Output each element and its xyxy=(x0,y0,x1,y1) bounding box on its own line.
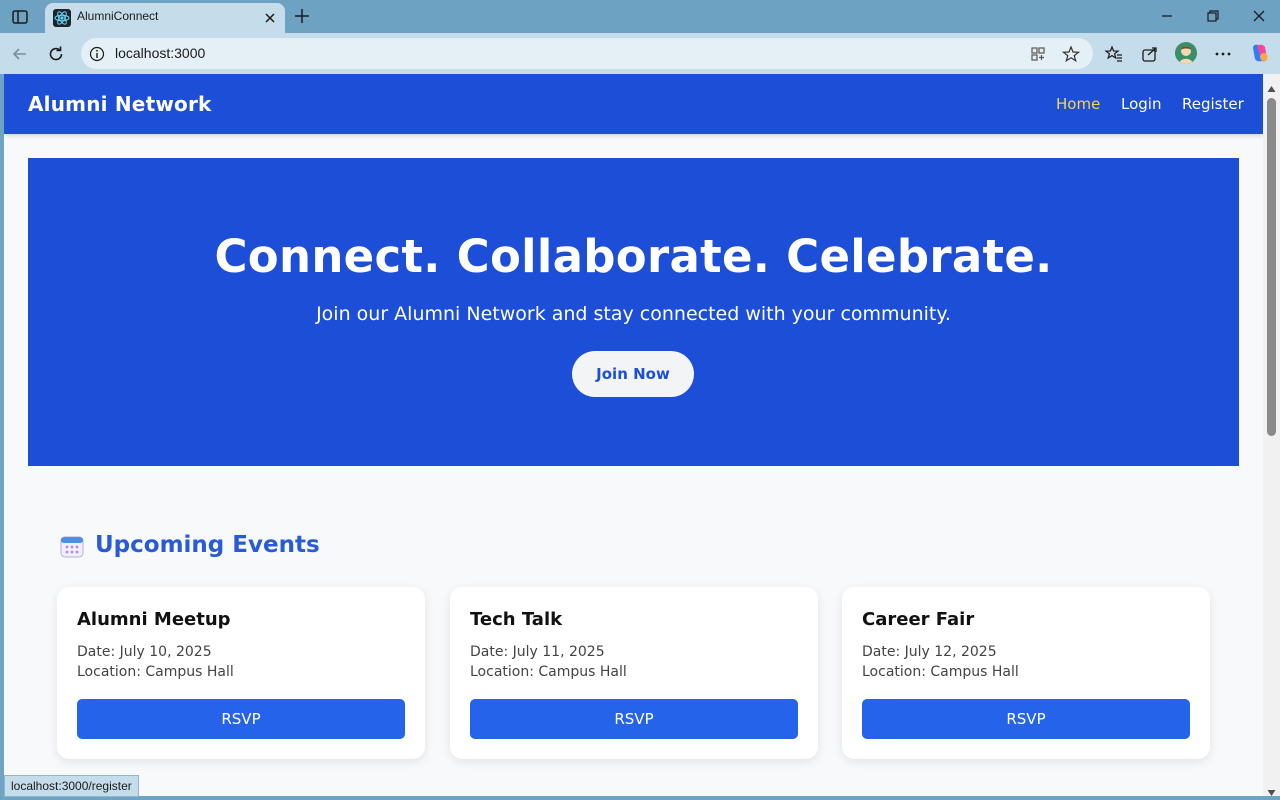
share-icon[interactable] xyxy=(1140,44,1160,64)
browser-tab[interactable]: AlumniConnect xyxy=(45,3,285,33)
more-options-icon[interactable] xyxy=(1213,44,1233,64)
rsvp-button[interactable]: RSVP xyxy=(470,699,798,739)
event-title: Tech Talk xyxy=(470,609,563,630)
rsvp-button[interactable]: RSVP xyxy=(862,699,1190,739)
site-info-icon[interactable] xyxy=(89,46,105,62)
browser-toolbar: localhost:3000 xyxy=(0,33,1280,74)
app-available-icon[interactable] xyxy=(1029,45,1047,63)
copilot-icon[interactable] xyxy=(1249,42,1271,64)
restore-icon[interactable] xyxy=(1205,8,1221,24)
close-window-icon[interactable] xyxy=(1251,8,1267,24)
react-atom-icon xyxy=(53,9,71,27)
tab-close-icon[interactable] xyxy=(263,10,277,24)
browser-tab-strip: AlumniConnect xyxy=(0,0,1280,33)
scroll-thumb[interactable] xyxy=(1267,98,1276,436)
scroll-down-arrow-icon[interactable] xyxy=(1267,782,1276,796)
event-card: Career Fair Date: July 12, 2025 Location… xyxy=(842,587,1210,759)
event-location: Location: Campus Hall xyxy=(77,664,234,680)
hero-subtitle: Join our Alumni Network and stay connect… xyxy=(316,303,951,325)
hero-title: Connect. Collaborate. Celebrate. xyxy=(214,230,1053,283)
site-navbar: Alumni Network Home Login Register xyxy=(4,74,1263,134)
event-title: Alumni Meetup xyxy=(77,609,231,630)
refresh-icon[interactable] xyxy=(46,44,66,64)
favorites-icon[interactable] xyxy=(1104,44,1124,64)
event-card: Tech Talk Date: July 11, 2025 Location: … xyxy=(450,587,818,759)
favorite-star-icon[interactable] xyxy=(1061,45,1081,63)
link-status-bar: localhost:3000/register xyxy=(4,775,139,797)
event-date: Date: July 10, 2025 xyxy=(77,644,212,660)
sidebar-toggle-icon[interactable] xyxy=(10,7,30,27)
calendar-icon xyxy=(60,534,84,558)
event-title: Career Fair xyxy=(862,609,975,630)
event-date: Date: July 11, 2025 xyxy=(470,644,605,660)
brand-logo-text[interactable]: Alumni Network xyxy=(28,92,212,116)
event-location: Location: Campus Hall xyxy=(470,664,627,680)
back-icon[interactable] xyxy=(10,44,30,64)
profile-avatar[interactable] xyxy=(1175,42,1197,64)
tab-title: AlumniConnect xyxy=(77,9,159,23)
nav-link-login[interactable]: Login xyxy=(1121,95,1161,113)
page-scrollbar[interactable] xyxy=(1263,74,1280,796)
scroll-up-arrow-icon[interactable] xyxy=(1267,78,1276,92)
page-viewport: Alumni Network Home Login Register Conne… xyxy=(4,74,1263,796)
rsvp-button[interactable]: RSVP xyxy=(77,699,405,739)
event-date: Date: July 12, 2025 xyxy=(862,644,997,660)
hero-banner: Connect. Collaborate. Celebrate. Join ou… xyxy=(28,158,1239,466)
join-now-button[interactable]: Join Now xyxy=(572,351,694,397)
event-location: Location: Campus Hall xyxy=(862,664,1019,680)
new-tab-icon[interactable] xyxy=(292,6,312,26)
url-text: localhost:3000 xyxy=(115,45,206,61)
event-card: Alumni Meetup Date: July 10, 2025 Locati… xyxy=(57,587,425,759)
events-title: Upcoming Events xyxy=(95,532,320,558)
nav-link-register[interactable]: Register xyxy=(1182,95,1244,113)
address-bar[interactable]: localhost:3000 xyxy=(81,38,1093,69)
minimize-icon[interactable] xyxy=(1159,8,1175,24)
nav-link-home[interactable]: Home xyxy=(1056,95,1100,113)
